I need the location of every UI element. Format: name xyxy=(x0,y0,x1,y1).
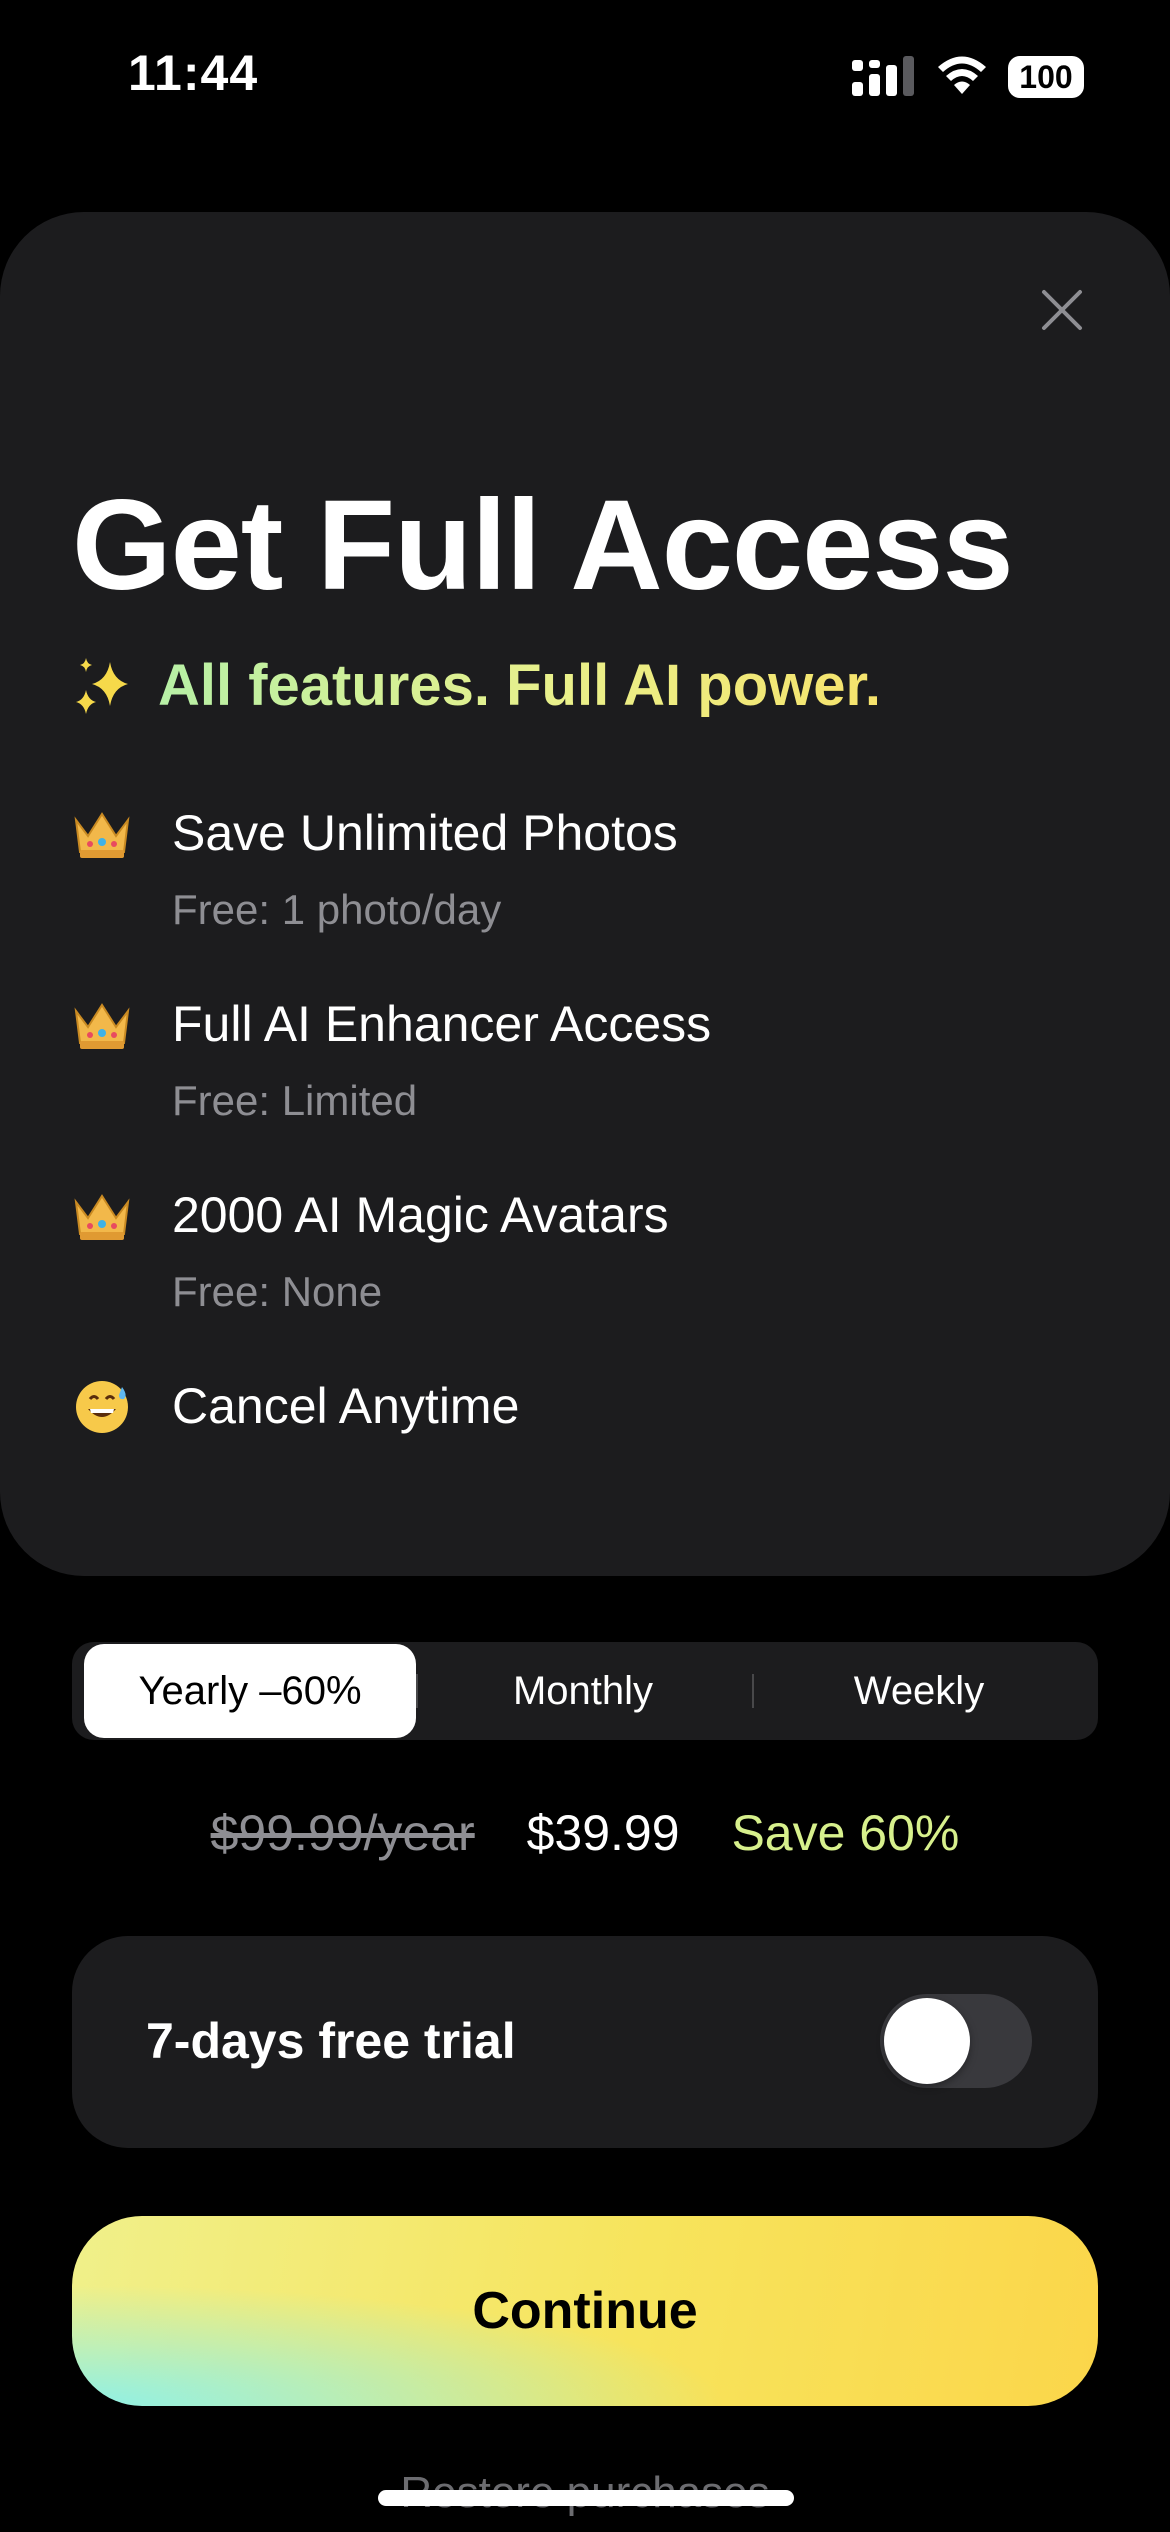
trial-toggle[interactable] xyxy=(880,1994,1032,2088)
current-price: $39.99 xyxy=(526,1805,680,1861)
feature-title: 2000 AI Magic Avatars xyxy=(172,1187,669,1243)
grinning-sweat-icon xyxy=(76,1381,128,1433)
plan-selector: Yearly –60% Monthly Weekly xyxy=(72,1642,1098,1740)
battery-icon: 100 xyxy=(1008,56,1084,98)
page-subtitle: All features. Full AI power. xyxy=(72,652,881,719)
subtitle-text: All features. Full AI power. xyxy=(158,653,881,718)
feature-subtitle: Free: 1 photo/day xyxy=(172,886,502,933)
crown-icon xyxy=(74,812,130,858)
tab-weekly[interactable]: Weekly xyxy=(752,1642,1086,1740)
feature-title: Cancel Anytime xyxy=(172,1378,520,1434)
feature-title: Full AI Enhancer Access xyxy=(172,996,712,1052)
feature-subtitle: Free: Limited xyxy=(172,1077,418,1124)
page-title: Get Full Access xyxy=(72,474,1014,617)
original-price: $99.99/year xyxy=(210,1805,475,1861)
tab-yearly[interactable]: Yearly –60% xyxy=(84,1644,416,1738)
sparkles-icon xyxy=(76,657,128,714)
crown-icon xyxy=(74,1194,130,1240)
trial-row: 7-days free trial xyxy=(72,1936,1098,2148)
feature-subtitle: Free: None xyxy=(172,1268,383,1315)
tab-monthly[interactable]: Monthly xyxy=(416,1642,750,1740)
close-icon[interactable] xyxy=(1030,278,1094,342)
continue-button[interactable]: Continue xyxy=(72,2216,1098,2406)
toggle-knob xyxy=(884,1998,970,2084)
price-row: $99.99/year $39.99 Save 60% xyxy=(0,1804,1170,1862)
trial-label: 7-days free trial xyxy=(146,2013,516,2069)
feature-title: Save Unlimited Photos xyxy=(172,805,678,861)
wifi-icon xyxy=(938,56,986,94)
home-indicator xyxy=(378,2490,794,2506)
status-bar: 11:44 100 xyxy=(0,0,1170,150)
savings-label: Save 60% xyxy=(731,1805,960,1861)
status-time: 11:44 xyxy=(128,45,259,101)
signal-icon xyxy=(852,56,914,96)
crown-icon xyxy=(74,1003,130,1049)
